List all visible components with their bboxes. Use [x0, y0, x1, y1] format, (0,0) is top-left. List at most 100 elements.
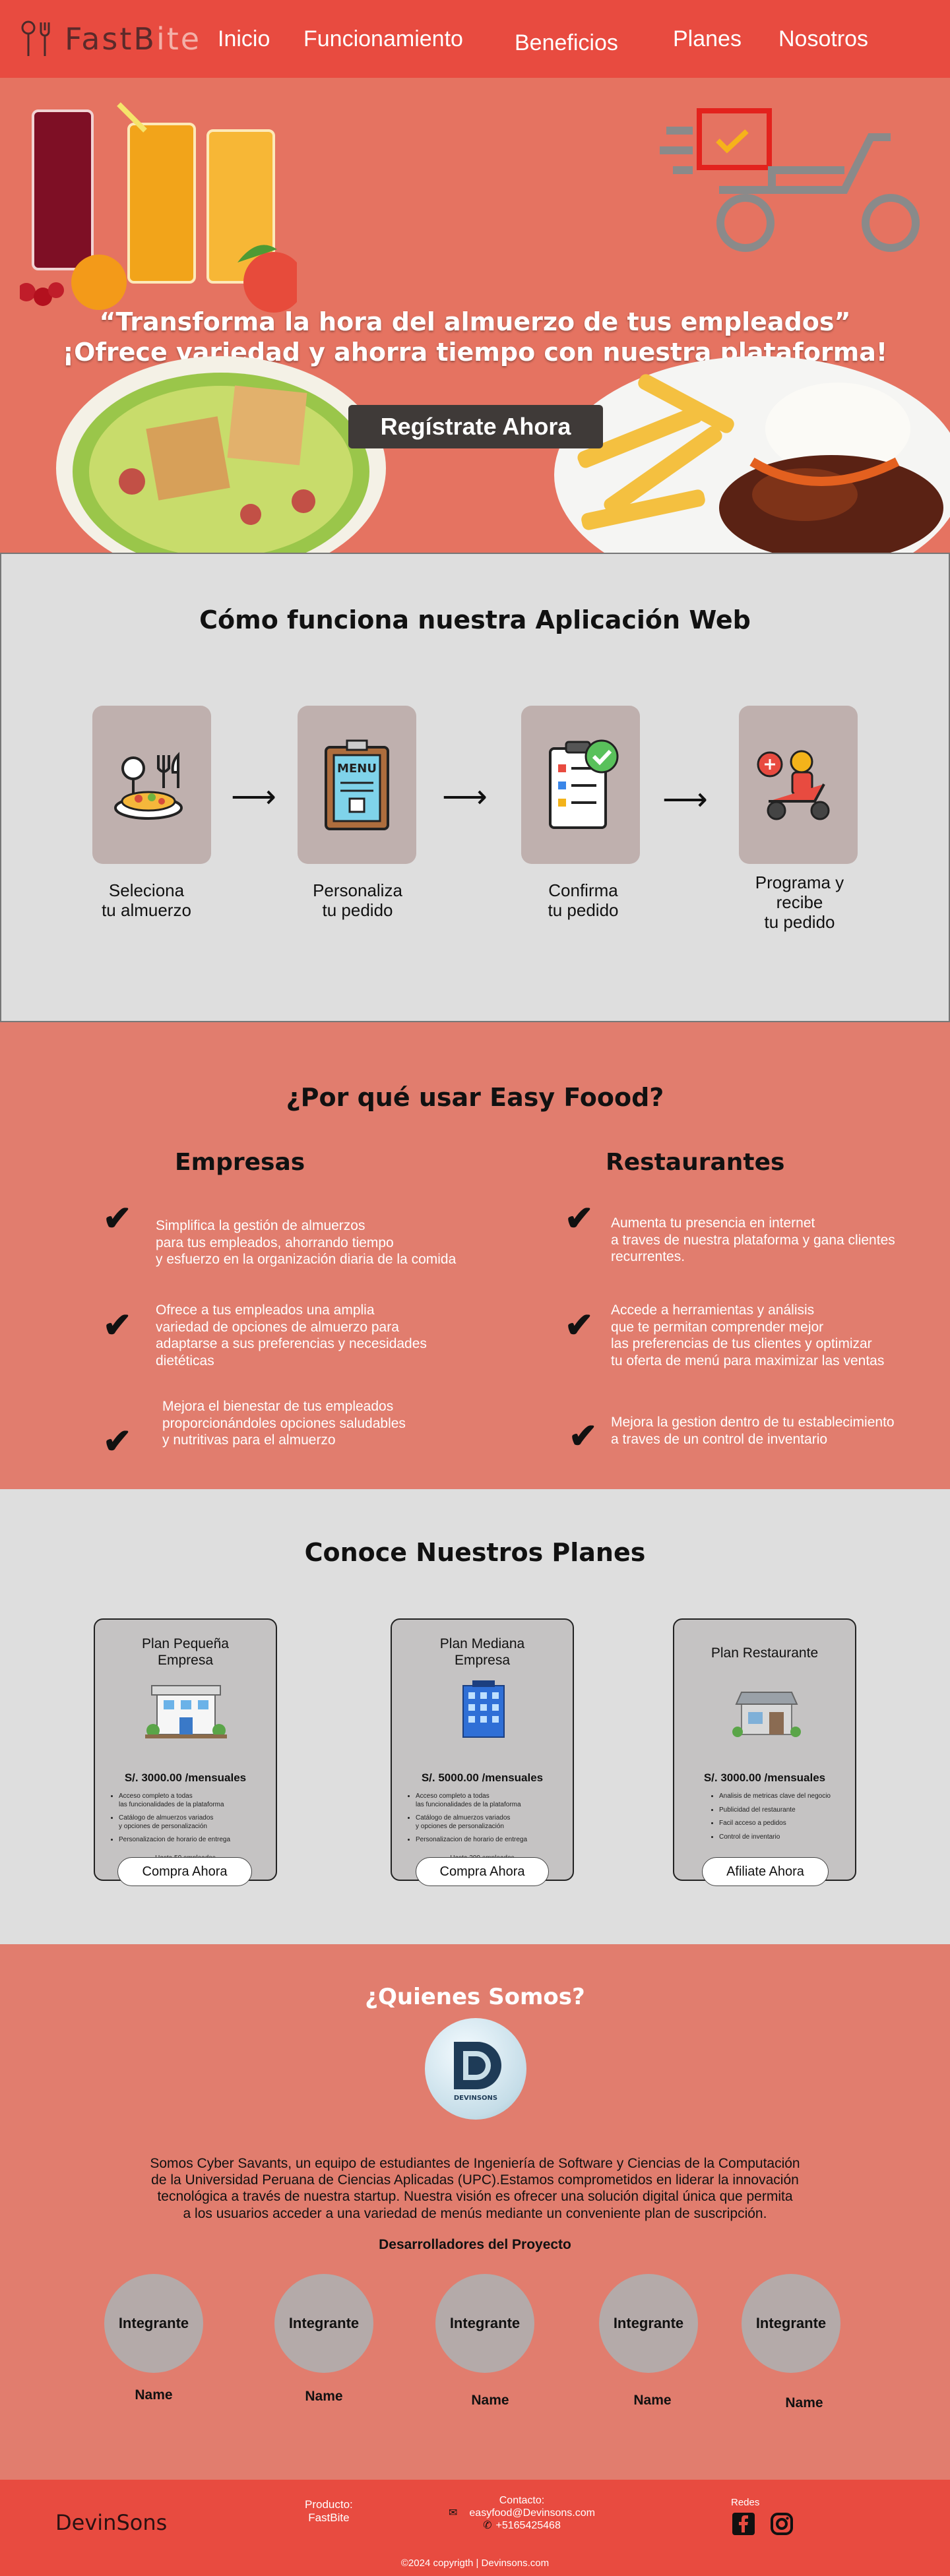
plan-features-list: Acceso completo a todas las funcionalida…	[110, 1793, 269, 1850]
mail-icon: ✉	[449, 2507, 458, 2519]
step-card-schedule	[739, 706, 858, 864]
juice-glasses-image	[20, 102, 297, 313]
office-tower-icon	[462, 1680, 505, 1738]
member-name: Name	[135, 2387, 173, 2403]
footer-contact-label: Contacto:	[499, 2495, 545, 2506]
footer-email[interactable]: ✉ easyfood@Devinsons.com	[449, 2507, 595, 2519]
member-name: Name	[785, 2395, 823, 2410]
nav-link-nosotros[interactable]: Nosotros	[778, 26, 868, 52]
plans-section: Conoce Nuestros Planes Plan Pequeña Empr…	[0, 1489, 950, 1944]
plan-feature: Control de inventario	[719, 1833, 848, 1842]
check-icon: ✔	[569, 1417, 598, 1456]
brand-logo[interactable]: FastBite	[18, 20, 201, 58]
step-card-confirm	[521, 706, 640, 864]
benefits-section: ¿Por qué usar Easy Foood? Empresas Resta…	[0, 1022, 950, 1489]
restaurantes-benefit-3: Mejora la gestion dentro de tu estableci…	[611, 1415, 895, 1447]
top-navbar: FastBite Inicio Funcionamiento Beneficio…	[0, 0, 950, 78]
plan-price: S/. 3000.00 /mensuales	[703, 1771, 826, 1784]
food-plate-icon	[114, 752, 183, 820]
plan-price: S/. 3000.00 /mensuales	[124, 1771, 247, 1784]
register-now-button[interactable]: Regístrate Ahora	[348, 405, 603, 448]
step-arrow-icon: ⟶	[442, 780, 488, 814]
plan-feature: Catálogo de almuerzos variados y opcione…	[416, 1814, 566, 1831]
check-icon: ✔	[565, 1306, 594, 1345]
check-icon: ✔	[103, 1200, 132, 1238]
footer: DevinSons Producto: FastBite Contacto: ✉…	[0, 2480, 950, 2576]
restaurant-building-icon	[732, 1692, 801, 1737]
facebook-icon[interactable]	[732, 2513, 755, 2535]
member-name: Name	[633, 2393, 672, 2408]
devinsons-logo: DEVINSONS	[425, 2018, 526, 2120]
brand-name: FastBite	[65, 21, 202, 57]
empresas-benefit-1: Simplifica la gestión de almuerzos para …	[156, 1218, 457, 1268]
plan-feature: Acceso completo a todas las funcionalida…	[416, 1793, 566, 1809]
plan-feature: Personalizacion de horario de entrega	[416, 1836, 566, 1845]
member-avatar: Integrante	[599, 2274, 698, 2373]
plan-feature: Publicidad del restaurante	[719, 1806, 848, 1815]
plans-title: Conoce Nuestros Planes	[304, 1538, 646, 1567]
delivery-scooter-outline-icon	[660, 108, 920, 252]
plan-feature: Acceso completo a todas las funcionalida…	[119, 1793, 269, 1809]
cutlery-icon	[21, 20, 50, 56]
nav-link-beneficios[interactable]: Beneficios	[515, 30, 618, 56]
plan-name: Plan Mediana Empresa	[439, 1636, 525, 1669]
lomo-saltado-plate-image	[554, 356, 950, 553]
hero-section: “Transforma la hora del almuerzo de tus …	[0, 78, 950, 553]
step-label-confirm: Confirma tu pedido	[548, 880, 619, 920]
footer-product-label: Producto:	[305, 2498, 353, 2511]
developers-title: Desarrolladores del Proyecto	[379, 2237, 571, 2252]
footer-brand: DevinSons	[55, 2510, 168, 2535]
step-label-customize: Personaliza tu pedido	[313, 880, 402, 920]
empresas-title: Empresas	[175, 1149, 305, 1176]
restaurantes-title: Restaurantes	[606, 1149, 785, 1176]
footer-contact: Contacto: ✉ easyfood@Devinsons.com ✆ +5165…	[449, 2494, 595, 2532]
how-title: Cómo funciona nuestra Aplicación Web	[199, 605, 751, 634]
about-description: Somos Cyber Savants, un equipo de estudi…	[150, 2156, 800, 2221]
menu-board-icon: MENU	[325, 739, 389, 830]
footer-social-label: Redes	[731, 2497, 760, 2508]
step-card-customize: MENU	[298, 706, 416, 864]
plan-feature: Facil acceso a pedidos	[719, 1820, 848, 1828]
step-card-select	[92, 706, 211, 864]
nav-link-funcionamiento[interactable]: Funcionamiento	[303, 26, 463, 52]
footer-copyright: ©2024 copyrigth | Devinsons.com	[400, 2558, 550, 2569]
benefits-title: ¿Por qué usar Easy Foood?	[286, 1083, 664, 1112]
member-avatar: Integrante	[435, 2274, 534, 2373]
nav-link-inicio[interactable]: Inicio	[218, 26, 270, 52]
checklist-icon	[549, 739, 619, 829]
plan-card-small-business: Plan Pequeña Empresa S/. 3000.00 /mensua…	[94, 1618, 277, 1881]
buy-small-business-plan-button[interactable]: Compra Ahora	[117, 1857, 252, 1886]
footer-phone[interactable]: ✆ +5165425468	[449, 2519, 595, 2532]
plan-name: Plan Restaurante	[711, 1645, 819, 1661]
plan-card-medium-business: Plan Mediana Empresa S/. 5000.00 /mensua…	[391, 1618, 574, 1881]
footer-product-name: FastBite	[308, 2511, 350, 2525]
step-label-schedule: Programa y recibe tu pedido	[755, 873, 844, 932]
check-icon: ✔	[103, 1306, 132, 1345]
plan-feature: Catálogo de almuerzos variados y opcione…	[119, 1814, 269, 1831]
svg-text:MENU: MENU	[337, 762, 377, 776]
member-name: Name	[471, 2393, 509, 2408]
plan-features-list: Acceso completo a todas las funcionalida…	[406, 1793, 566, 1850]
plan-name: Plan Pequeña Empresa	[142, 1636, 229, 1669]
empresas-benefit-3: Mejora el bienestar de tus empleados pro…	[162, 1399, 406, 1448]
step-arrow-icon: ⟶	[662, 782, 708, 817]
check-icon: ✔	[103, 1423, 132, 1461]
salad-bowl-image	[56, 356, 386, 553]
plan-feature: Personalizacion de horario de entrega	[119, 1836, 269, 1845]
check-icon: ✔	[565, 1200, 594, 1238]
instagram-icon[interactable]	[771, 2513, 793, 2535]
about-title: ¿Quienes Somos?	[365, 1984, 585, 2010]
hero-headline: “Transforma la hora del almuerzo de tus …	[99, 307, 851, 336]
step-arrow-icon: ⟶	[231, 780, 276, 814]
nav-link-planes[interactable]: Planes	[673, 26, 742, 52]
member-avatar: Integrante	[104, 2274, 203, 2373]
plan-card-restaurant: Plan Restaurante S/. 3000.00 /mensuales …	[673, 1618, 856, 1881]
about-section: ¿Quienes Somos? DEVINSONS Somos Cyber Sa…	[0, 1944, 950, 2480]
buy-medium-business-plan-button[interactable]: Compra Ahora	[416, 1857, 549, 1886]
restaurantes-benefit-2: Accede a herramientas y análisis que te …	[611, 1303, 885, 1368]
plan-features-list: Analisis de metricas clave del negocio P…	[710, 1793, 848, 1847]
delivery-scooter-icon	[757, 750, 830, 820]
devinsons-logo-mark: DEVINSONS	[454, 2042, 501, 2102]
member-avatar: Integrante	[274, 2274, 373, 2373]
join-restaurant-plan-button[interactable]: Afiliate Ahora	[702, 1857, 829, 1886]
